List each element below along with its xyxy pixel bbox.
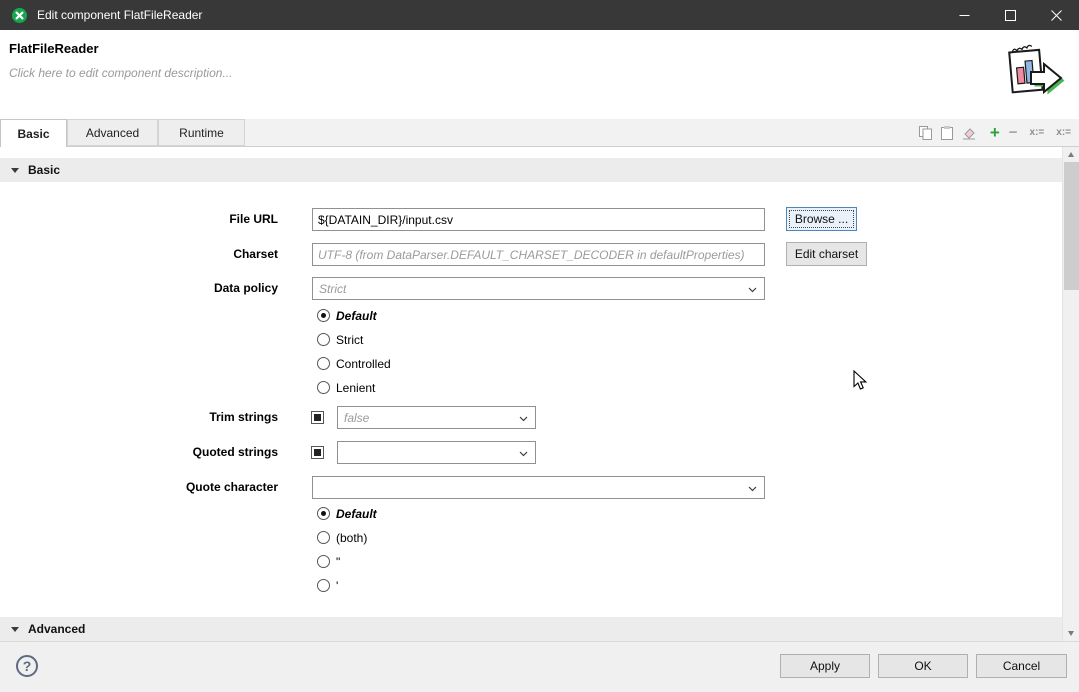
tab-advanced[interactable]: Advanced	[67, 119, 158, 146]
quote-character-combo[interactable]	[312, 476, 765, 499]
trim-strings-label: Trim strings	[108, 406, 278, 429]
trim-strings-combo[interactable]: false	[337, 406, 536, 429]
data-policy-strict-radio[interactable]	[317, 333, 330, 346]
tab-runtime[interactable]: Runtime	[158, 119, 245, 146]
chevron-down-icon	[519, 451, 528, 457]
mouse-cursor-icon	[853, 370, 868, 391]
charset-label: Charset	[108, 243, 278, 266]
quote-character-doublequote-radio-label[interactable]: "	[336, 555, 340, 569]
cloverdx-logo-icon	[11, 7, 28, 24]
data-policy-controlled-radio[interactable]	[317, 357, 330, 370]
tab-basic-label: Basic	[17, 127, 49, 141]
copy-icon[interactable]	[919, 126, 932, 140]
quoted-strings-default-toggle[interactable]	[311, 446, 324, 459]
minimize-icon[interactable]	[941, 0, 987, 30]
trim-strings-default-toggle[interactable]	[311, 411, 324, 424]
data-policy-strict-radio-label[interactable]: Strict	[336, 333, 363, 347]
component-name: FlatFileReader	[9, 41, 99, 56]
tab-toolbar: + − x:= x:=	[910, 119, 1071, 146]
component-description-placeholder[interactable]: Click here to edit component description…	[9, 66, 232, 80]
quoted-strings-combo[interactable]	[337, 441, 536, 464]
collapse-triangle-icon	[11, 168, 19, 173]
apply-button[interactable]: Apply	[780, 654, 870, 678]
vertical-scrollbar[interactable]	[1062, 147, 1079, 641]
data-policy-lenient-radio[interactable]	[317, 381, 330, 394]
quote-character-both-radio[interactable]	[317, 531, 330, 544]
section-header-advanced[interactable]: Advanced	[0, 617, 1062, 641]
edit-component-dialog: Edit component FlatFileReader FlatFileRe…	[0, 0, 1079, 692]
window-controls	[941, 0, 1079, 30]
quote-character-default-radio-label[interactable]: Default	[336, 507, 377, 521]
data-policy-default-radio-label[interactable]: Default	[336, 309, 377, 323]
flat-file-reader-icon	[1001, 42, 1067, 111]
edit-charset-button[interactable]: Edit charset	[786, 242, 867, 266]
tab-basic[interactable]: Basic	[0, 119, 67, 147]
cancel-button[interactable]: Cancel	[976, 654, 1067, 678]
data-policy-controlled-radio-label[interactable]: Controlled	[336, 357, 391, 371]
chevron-down-icon	[519, 416, 528, 422]
clear-value-icon[interactable]	[962, 126, 976, 140]
paste-icon[interactable]	[941, 126, 953, 140]
scroll-up-icon[interactable]	[1063, 147, 1079, 162]
chevron-down-icon	[748, 486, 757, 492]
insert-parameter-icon[interactable]: x:=	[1030, 127, 1045, 138]
file-url-label: File URL	[108, 208, 278, 231]
basic-tab-content: Basic File URL Browse ... Charset Edit c…	[0, 147, 1062, 641]
scrollbar-thumb[interactable]	[1064, 162, 1079, 290]
quote-character-doublequote-radio[interactable]	[317, 555, 330, 568]
close-icon[interactable]	[1033, 0, 1079, 30]
component-header: FlatFileReader Click here to edit compon…	[0, 30, 1079, 119]
titlebar: Edit component FlatFileReader	[0, 0, 1079, 30]
window-title: Edit component FlatFileReader	[37, 8, 202, 22]
file-url-input[interactable]	[312, 208, 765, 231]
data-policy-combo[interactable]: Strict	[312, 277, 765, 300]
trim-strings-value: false	[344, 411, 369, 425]
quote-character-label: Quote character	[108, 476, 278, 499]
maximize-icon[interactable]	[987, 0, 1033, 30]
insert-parameter-alt-icon[interactable]: x:=	[1056, 127, 1071, 138]
scroll-down-icon[interactable]	[1063, 626, 1079, 641]
section-advanced-label: Advanced	[28, 622, 85, 636]
browse-button[interactable]: Browse ...	[786, 207, 857, 231]
section-header-basic[interactable]: Basic	[0, 158, 1062, 182]
data-policy-value: Strict	[319, 282, 346, 296]
data-policy-default-radio[interactable]	[317, 309, 330, 322]
add-icon[interactable]: +	[990, 124, 1000, 141]
tab-bar: Basic Advanced Runtime + − x:= x:=	[0, 119, 1079, 147]
collapse-triangle-icon	[11, 627, 19, 632]
charset-input[interactable]	[312, 243, 765, 266]
chevron-down-icon	[748, 287, 757, 293]
section-basic-label: Basic	[28, 163, 60, 177]
footer-bar: ? Apply OK Cancel	[0, 641, 1079, 692]
remove-icon[interactable]: −	[1009, 124, 1018, 141]
quote-character-singlequote-radio-label[interactable]: '	[336, 579, 338, 593]
quoted-strings-label: Quoted strings	[108, 441, 278, 464]
quote-character-default-radio[interactable]	[317, 507, 330, 520]
data-policy-label: Data policy	[108, 277, 278, 300]
tab-advanced-label: Advanced	[86, 126, 139, 140]
tab-runtime-label: Runtime	[179, 126, 224, 140]
quote-character-singlequote-radio[interactable]	[317, 579, 330, 592]
data-policy-lenient-radio-label[interactable]: Lenient	[336, 381, 375, 395]
help-icon[interactable]: ?	[16, 655, 38, 677]
ok-button[interactable]: OK	[878, 654, 968, 678]
quote-character-both-radio-label[interactable]: (both)	[336, 531, 367, 545]
